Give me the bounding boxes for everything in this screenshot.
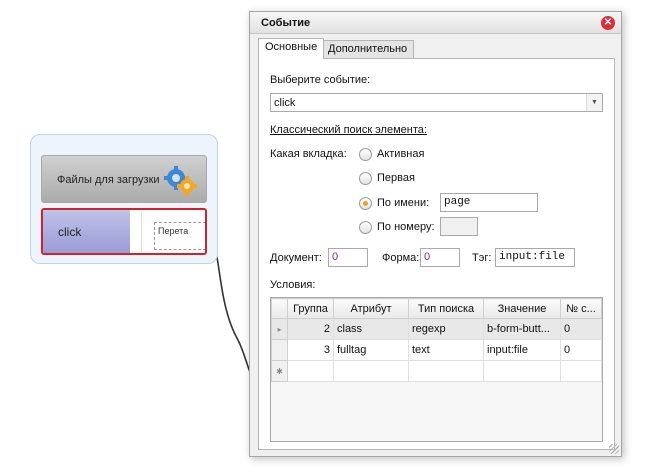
radio-active[interactable] bbox=[359, 148, 372, 161]
cell-number[interactable]: 0 bbox=[560, 339, 602, 361]
cell-search-type[interactable] bbox=[408, 360, 484, 382]
tab-number-field[interactable] bbox=[440, 217, 478, 236]
close-icon[interactable]: ✕ bbox=[601, 16, 615, 30]
table-row[interactable]: ▸ 2 class regexp b-form-butt... 0 bbox=[271, 318, 602, 340]
tab-main[interactable]: Основные bbox=[258, 38, 325, 59]
column-header-attribute[interactable]: Атрибут bbox=[333, 298, 409, 319]
tab-question-label: Какая вкладка: bbox=[270, 148, 347, 160]
event-select-value: click bbox=[274, 97, 296, 109]
column-header-number[interactable]: № с... bbox=[560, 298, 602, 319]
cell-value[interactable]: b-form-butt... bbox=[483, 318, 561, 340]
node-click[interactable]: click Перета bbox=[41, 208, 207, 255]
grid-corner bbox=[271, 298, 288, 319]
radio-first-label: Первая bbox=[377, 172, 415, 184]
radio-by-name-label: По имени: bbox=[377, 197, 430, 209]
cell-value[interactable] bbox=[483, 360, 561, 382]
cell-number[interactable] bbox=[560, 360, 602, 382]
table-row[interactable]: 3 fulltag text input:file 0 bbox=[271, 339, 602, 361]
conditions-grid: Группа Атрибут Тип поиска Значение № с..… bbox=[270, 297, 603, 442]
cell-value[interactable]: input:file bbox=[483, 339, 561, 361]
node-color-band bbox=[43, 210, 130, 253]
new-row[interactable]: ✱ bbox=[271, 360, 602, 382]
cell-group[interactable]: 3 bbox=[287, 339, 334, 361]
document-field[interactable]: 0 bbox=[328, 248, 368, 267]
column-header-search-type[interactable]: Тип поиска bbox=[408, 298, 484, 319]
tab-additional[interactable]: Дополнительно bbox=[321, 40, 415, 58]
document-label: Документ: bbox=[270, 252, 322, 264]
resize-grip-icon[interactable] bbox=[609, 444, 619, 454]
grid-header-row: Группа Атрибут Тип поиска Значение № с..… bbox=[271, 298, 602, 319]
radio-active-label: Активная bbox=[377, 148, 425, 160]
new-row-asterisk-icon: ✱ bbox=[271, 360, 288, 382]
event-select[interactable]: click ▼ bbox=[270, 93, 603, 112]
cell-search-type[interactable]: regexp bbox=[408, 318, 484, 340]
cell-attribute[interactable]: fulltag bbox=[333, 339, 409, 361]
tag-label: Тэг: bbox=[472, 252, 492, 264]
radio-by-number-label: По номеру: bbox=[377, 221, 435, 233]
radio-by-name[interactable] bbox=[359, 197, 372, 210]
column-header-group[interactable]: Группа bbox=[287, 298, 334, 319]
cell-number[interactable]: 0 bbox=[560, 318, 602, 340]
node-label: Файлы для загрузки bbox=[57, 174, 160, 186]
classic-search-link[interactable]: Классический поиск элемента: bbox=[270, 124, 427, 136]
node-group: Файлы для загрузки click Перета bbox=[30, 134, 218, 264]
form-label: Форма: bbox=[382, 252, 420, 264]
event-select-label: Выберите событие: bbox=[270, 74, 371, 86]
row-indicator bbox=[271, 339, 288, 361]
thumbnail-text: Перета bbox=[158, 226, 189, 236]
current-row-indicator-icon: ▸ bbox=[271, 318, 288, 340]
radio-first[interactable] bbox=[359, 172, 372, 185]
form-field[interactable]: 0 bbox=[420, 248, 460, 267]
gears-icon bbox=[164, 166, 197, 196]
dialog-title: Событие bbox=[261, 17, 311, 29]
node-thumbnail: Перета bbox=[141, 212, 205, 252]
cell-group[interactable] bbox=[287, 360, 334, 382]
tab-name-field[interactable]: page bbox=[440, 193, 538, 212]
dialog-titlebar[interactable]: Событие ✕ bbox=[250, 12, 621, 34]
node-files-for-upload[interactable]: Файлы для загрузки bbox=[41, 155, 207, 203]
cell-search-type[interactable]: text bbox=[408, 339, 484, 361]
event-dialog: Событие ✕ Основные Дополнительно Выберит… bbox=[249, 11, 622, 457]
tab-panel-main: Выберите событие: click ▼ Классический п… bbox=[258, 58, 615, 450]
node-label: click bbox=[58, 225, 82, 239]
chevron-down-icon[interactable]: ▼ bbox=[586, 94, 602, 111]
cell-group[interactable]: 2 bbox=[287, 318, 334, 340]
conditions-label: Условия: bbox=[270, 279, 316, 291]
radio-by-number[interactable] bbox=[359, 221, 372, 234]
cell-attribute[interactable] bbox=[333, 360, 409, 382]
cell-attribute[interactable]: class bbox=[333, 318, 409, 340]
tag-field[interactable]: input:file bbox=[495, 248, 575, 267]
column-header-value[interactable]: Значение bbox=[483, 298, 561, 319]
